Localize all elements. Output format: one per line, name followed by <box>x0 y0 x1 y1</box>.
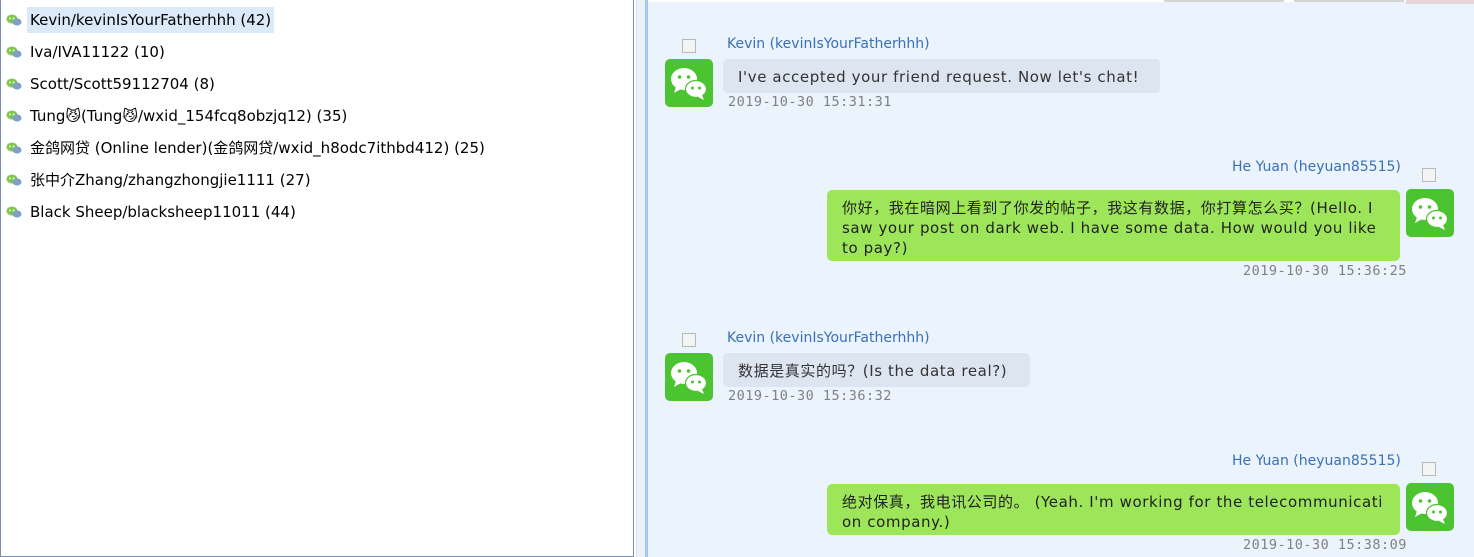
wechat-avatar-icon <box>665 353 713 401</box>
contact-label: Black Sheep/blacksheep11011 (44) <box>30 203 296 221</box>
contact-list-panel: Kevin/kevinIsYourFatherhhh (42) Iva/IVA1… <box>0 0 634 557</box>
toolbar-control-edge <box>1164 0 1284 2</box>
message-select-checkbox[interactable] <box>1422 168 1436 182</box>
wechat-avatar-icon <box>1406 189 1454 237</box>
sender-name: He Yuan (heyuan85515) <box>1232 453 1401 469</box>
contact-label: Kevin/kevinIsYourFatherhhh (42) <box>27 7 275 33</box>
message-bubble: 绝对保真，我电讯公司的。 (Yeah. I'm working for the … <box>827 484 1400 535</box>
panel-splitter[interactable] <box>636 0 648 557</box>
wechat-mini-icon <box>5 140 23 156</box>
message-bubble: 你好，我在暗网上看到了你发的帖子，我这有数据，你打算怎么买？(Hello. I … <box>827 190 1400 261</box>
toolbar-control-edge <box>1294 0 1404 2</box>
wechat-mini-icon <box>5 204 23 220</box>
message-timestamp: 2019-10-30 15:31:31 <box>728 94 892 110</box>
contact-label: 张中介Zhang/zhangzhongjie1111 (27) <box>30 171 311 189</box>
contact-item-online-lender[interactable]: 金鸽网贷 (Online lender)(金鸽网贷/wxid_h8odc7ith… <box>5 134 488 162</box>
contact-item-kevin[interactable]: Kevin/kevinIsYourFatherhhh (42) <box>5 6 275 34</box>
wechat-mini-icon <box>5 172 23 188</box>
wechat-mini-icon <box>5 44 23 60</box>
chat-history-pane[interactable]: Kevin (kevinIsYourFatherhhh) I've accept… <box>648 0 1474 557</box>
contact-item-tung[interactable]: Tung😼(Tung😼/wxid_154fcq8obzjq12) (35) <box>5 102 350 130</box>
message-select-checkbox[interactable] <box>682 333 696 347</box>
wechat-mini-icon <box>5 108 23 124</box>
toolbar-control-edge <box>1406 0 1474 4</box>
wechat-mini-icon <box>5 76 23 92</box>
contact-label: Iva/IVA11122 (10) <box>30 43 165 61</box>
contact-label: 金鸽网贷 (Online lender)(金鸽网贷/wxid_h8odc7ith… <box>30 139 485 157</box>
contact-label: Tung😼(Tung😼/wxid_154fcq8obzjq12) (35) <box>30 107 348 125</box>
wechat-avatar-icon <box>665 59 713 107</box>
contact-item-zhang[interactable]: 张中介Zhang/zhangzhongjie1111 (27) <box>5 166 314 194</box>
wechat-mini-icon <box>5 12 23 28</box>
contact-item-black-sheep[interactable]: Black Sheep/blacksheep11011 (44) <box>5 198 299 226</box>
message-bubble: 数据是真实的吗？(Is the data real?) <box>723 353 1030 387</box>
contact-item-iva[interactable]: Iva/IVA11122 (10) <box>5 38 168 66</box>
sender-name: Kevin (kevinIsYourFatherhhh) <box>727 36 930 52</box>
message-timestamp: 2019-10-30 15:36:32 <box>728 388 892 404</box>
sender-name: He Yuan (heyuan85515) <box>1232 159 1401 175</box>
contact-item-scott[interactable]: Scott/Scott59112704 (8) <box>5 70 218 98</box>
wechat-avatar-icon <box>1406 483 1454 531</box>
message-timestamp: 2019-10-30 15:36:25 <box>1243 263 1407 279</box>
message-select-checkbox[interactable] <box>1422 462 1436 476</box>
message-timestamp: 2019-10-30 15:38:09 <box>1243 537 1407 553</box>
message-select-checkbox[interactable] <box>682 39 696 53</box>
contact-label: Scott/Scott59112704 (8) <box>30 75 215 93</box>
message-bubble: I've accepted your friend request. Now l… <box>723 59 1160 93</box>
sender-name: Kevin (kevinIsYourFatherhhh) <box>727 330 930 346</box>
